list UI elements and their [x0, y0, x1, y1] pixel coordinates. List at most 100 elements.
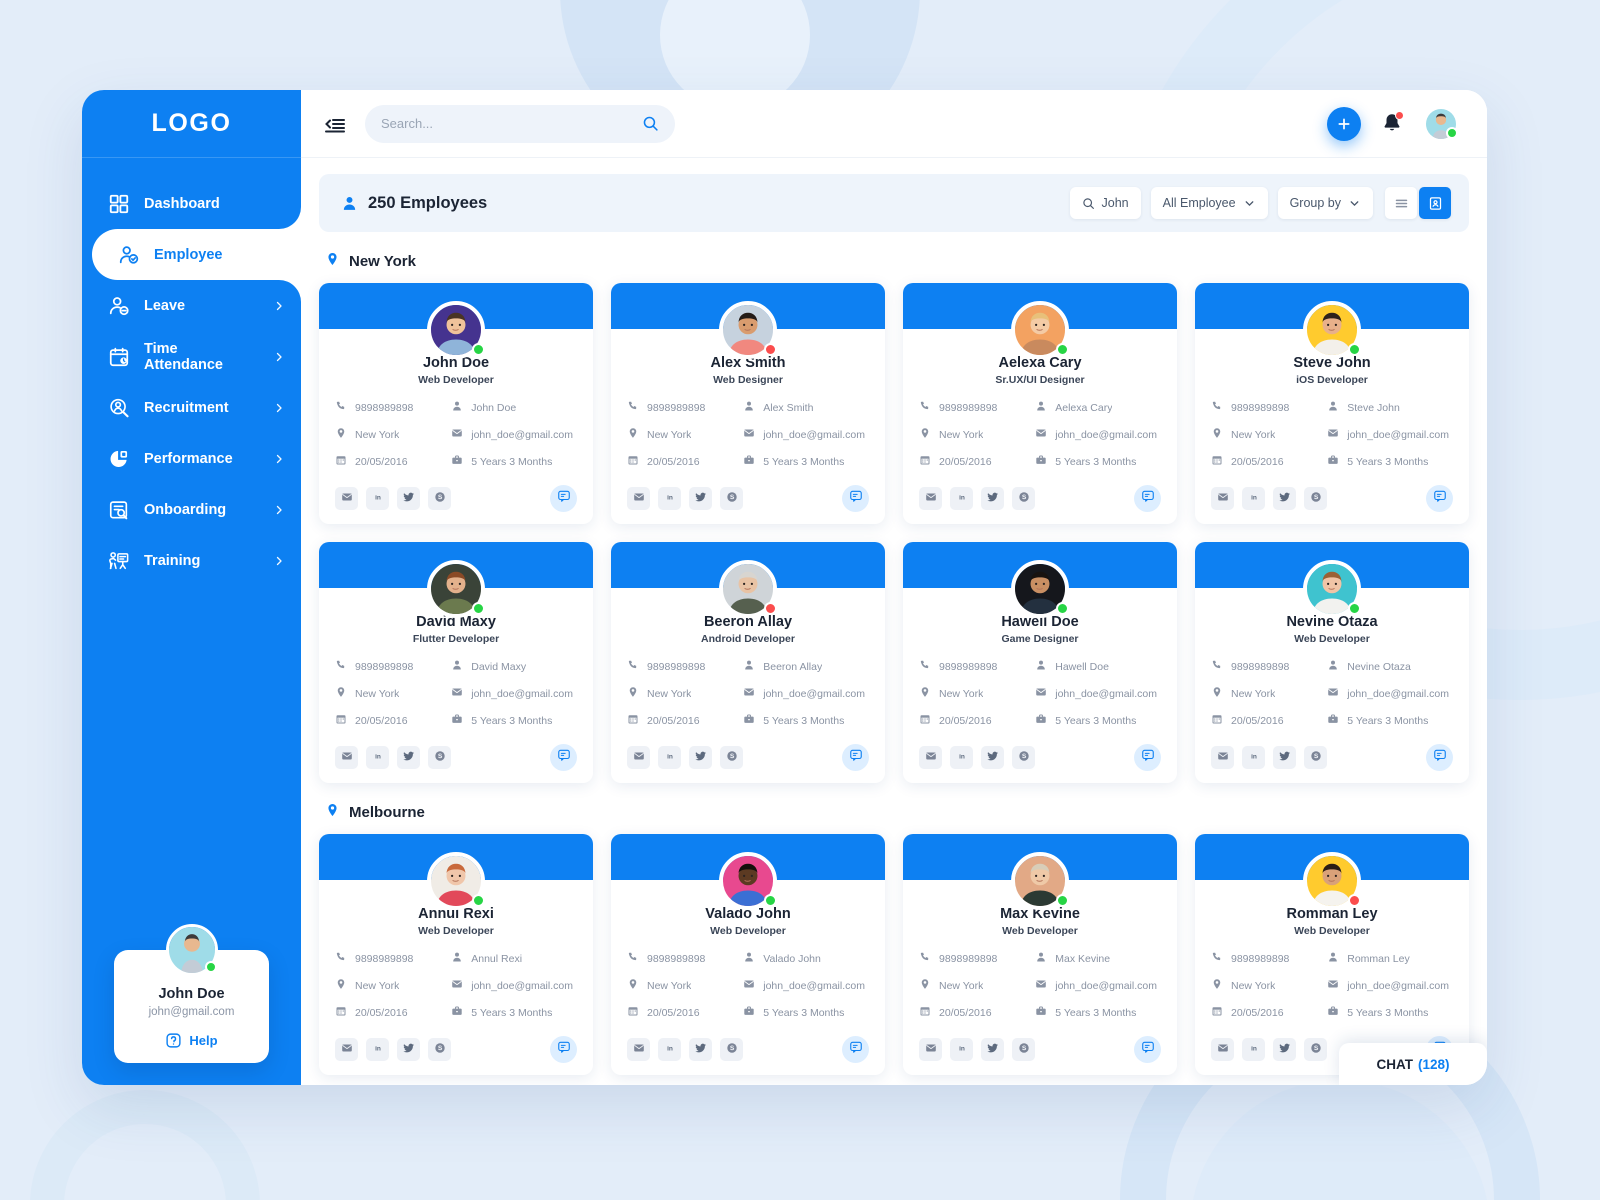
- twitter-button[interactable]: [397, 746, 420, 769]
- twitter-button[interactable]: [397, 1038, 420, 1061]
- twitter-button[interactable]: [981, 746, 1004, 769]
- card-view-button[interactable]: [1419, 187, 1451, 219]
- skype-button[interactable]: [428, 1038, 451, 1061]
- group-by-dropdown[interactable]: Group by: [1277, 187, 1373, 219]
- linkedin-button[interactable]: in: [366, 746, 389, 769]
- sidebar-item-onboarding[interactable]: Onboarding: [82, 484, 301, 535]
- profile-avatar-button[interactable]: [1423, 105, 1459, 142]
- email-button[interactable]: [335, 746, 358, 769]
- message-button[interactable]: [550, 1036, 577, 1063]
- sidebar-item-employee[interactable]: Employee: [92, 207, 301, 302]
- email-button[interactable]: [919, 487, 942, 510]
- skype-button[interactable]: [1012, 1038, 1035, 1061]
- collapse-menu-icon[interactable]: [323, 112, 347, 136]
- sidebar-item-dashboard[interactable]: Dashboard: [82, 178, 301, 229]
- twitter-button[interactable]: [981, 1038, 1004, 1061]
- sidebar-item-recruitment[interactable]: Recruitment: [82, 382, 301, 433]
- skype-button[interactable]: [720, 1038, 743, 1061]
- linkedin-button[interactable]: in: [658, 746, 681, 769]
- sidebar-item-leave[interactable]: Leave: [82, 280, 301, 331]
- help-button[interactable]: Help: [124, 1032, 259, 1049]
- linkedin-button[interactable]: in: [658, 1038, 681, 1061]
- skype-button[interactable]: [1304, 1038, 1327, 1061]
- linkedin-button[interactable]: in: [1242, 1038, 1265, 1061]
- twitter-button[interactable]: [1273, 487, 1296, 510]
- email-button[interactable]: [335, 487, 358, 510]
- email-button[interactable]: [1211, 746, 1234, 769]
- linkedin-button[interactable]: in: [658, 487, 681, 510]
- skype-button[interactable]: [1304, 746, 1327, 769]
- location-pin-icon: [919, 426, 931, 444]
- email-button[interactable]: [627, 746, 650, 769]
- employee-card[interactable]: Alex Smith Web Designer 9898989898 Alex Smi…: [611, 283, 885, 524]
- message-button[interactable]: [842, 744, 869, 771]
- employee-card[interactable]: Annul Rexi Web Developer 9898989898 Annul R…: [319, 834, 593, 1075]
- linkedin-button[interactable]: in: [366, 1038, 389, 1061]
- message-button[interactable]: [1134, 485, 1161, 512]
- list-view-button[interactable]: [1385, 187, 1417, 219]
- email-button[interactable]: [335, 1038, 358, 1061]
- message-button[interactable]: [1134, 744, 1161, 771]
- sidebar-item-time-attendance[interactable]: Time Attendance: [82, 331, 301, 382]
- email-button[interactable]: [1211, 487, 1234, 510]
- message-button[interactable]: [550, 744, 577, 771]
- message-button[interactable]: [1134, 1036, 1161, 1063]
- employee-card[interactable]: Max Kevine Web Developer 9898989898 Max Kev…: [903, 834, 1177, 1075]
- twitter-button[interactable]: [689, 746, 712, 769]
- employee-card[interactable]: Aelexa Cary Sr.UX/UI Designer 9898989898 Ae…: [903, 283, 1177, 524]
- skype-button[interactable]: [1304, 487, 1327, 510]
- employee-details: 9898989898 Steve John New York john_doe@gma…: [1211, 399, 1453, 471]
- employee-role: Web Developer: [418, 925, 494, 937]
- email-button[interactable]: [627, 1038, 650, 1061]
- search-input[interactable]: [381, 116, 634, 131]
- email-button[interactable]: [627, 487, 650, 510]
- message-button[interactable]: [842, 1036, 869, 1063]
- add-button[interactable]: [1327, 106, 1361, 141]
- message-button[interactable]: [1426, 744, 1453, 771]
- linkedin-button[interactable]: in: [1242, 487, 1265, 510]
- linkedin-button[interactable]: in: [366, 487, 389, 510]
- sidebar-item-performance[interactable]: Performance: [82, 433, 301, 484]
- skype-button[interactable]: [720, 487, 743, 510]
- global-search[interactable]: [365, 104, 675, 143]
- twitter-button[interactable]: [689, 487, 712, 510]
- envelope-icon: [1035, 977, 1047, 995]
- chat-widget[interactable]: CHAT (128): [1339, 1043, 1487, 1085]
- message-button[interactable]: [550, 485, 577, 512]
- email-button[interactable]: [919, 746, 942, 769]
- message-button[interactable]: [842, 485, 869, 512]
- employee-card[interactable]: Hawell Doe Game Designer 9898989898 Hawell …: [903, 542, 1177, 783]
- skype-button[interactable]: [1012, 746, 1035, 769]
- employee-search-field[interactable]: John: [1069, 187, 1141, 219]
- message-button[interactable]: [1426, 485, 1453, 512]
- employee-experience: 5 Years 3 Months: [1327, 1004, 1453, 1022]
- employee-avatar: [1303, 301, 1361, 359]
- employee-card[interactable]: Valado John Web Developer 9898989898 Valado…: [611, 834, 885, 1075]
- skype-button[interactable]: [1012, 487, 1035, 510]
- employee-card[interactable]: John Doe Web Developer 9898989898 John Doe N…: [319, 283, 593, 524]
- email-button[interactable]: [919, 1038, 942, 1061]
- twitter-button[interactable]: [1273, 746, 1296, 769]
- twitter-button[interactable]: [397, 487, 420, 510]
- employee-card[interactable]: Beeron Allay Android Developer 9898989898 B…: [611, 542, 885, 783]
- skype-button[interactable]: [428, 746, 451, 769]
- employee-card[interactable]: Nevine Otaza Web Developer 9898989898 Nevin…: [1195, 542, 1469, 783]
- skype-button[interactable]: [720, 746, 743, 769]
- skype-icon: [1310, 490, 1322, 508]
- employee-card[interactable]: Steve John iOS Developer 9898989898 Steve J…: [1195, 283, 1469, 524]
- email-button[interactable]: [1211, 1038, 1234, 1061]
- employee-filter-dropdown[interactable]: All Employee: [1150, 187, 1268, 219]
- sidebar-item-training[interactable]: Training: [82, 535, 301, 586]
- skype-button[interactable]: [428, 487, 451, 510]
- twitter-button[interactable]: [1273, 1038, 1296, 1061]
- twitter-button[interactable]: [689, 1038, 712, 1061]
- linkedin-button[interactable]: in: [1242, 746, 1265, 769]
- linkedin-button[interactable]: in: [950, 487, 973, 510]
- employee-card[interactable]: Romman Ley Web Developer 9898989898 Romman …: [1195, 834, 1469, 1075]
- sidebar-user-card[interactable]: John Doe john@gmail.com Help: [114, 924, 269, 1063]
- twitter-button[interactable]: [981, 487, 1004, 510]
- notifications-button[interactable]: [1381, 110, 1404, 136]
- linkedin-button[interactable]: in: [950, 746, 973, 769]
- linkedin-button[interactable]: in: [950, 1038, 973, 1061]
- employee-card[interactable]: David Maxy Flutter Developer 9898989898 Dav…: [319, 542, 593, 783]
